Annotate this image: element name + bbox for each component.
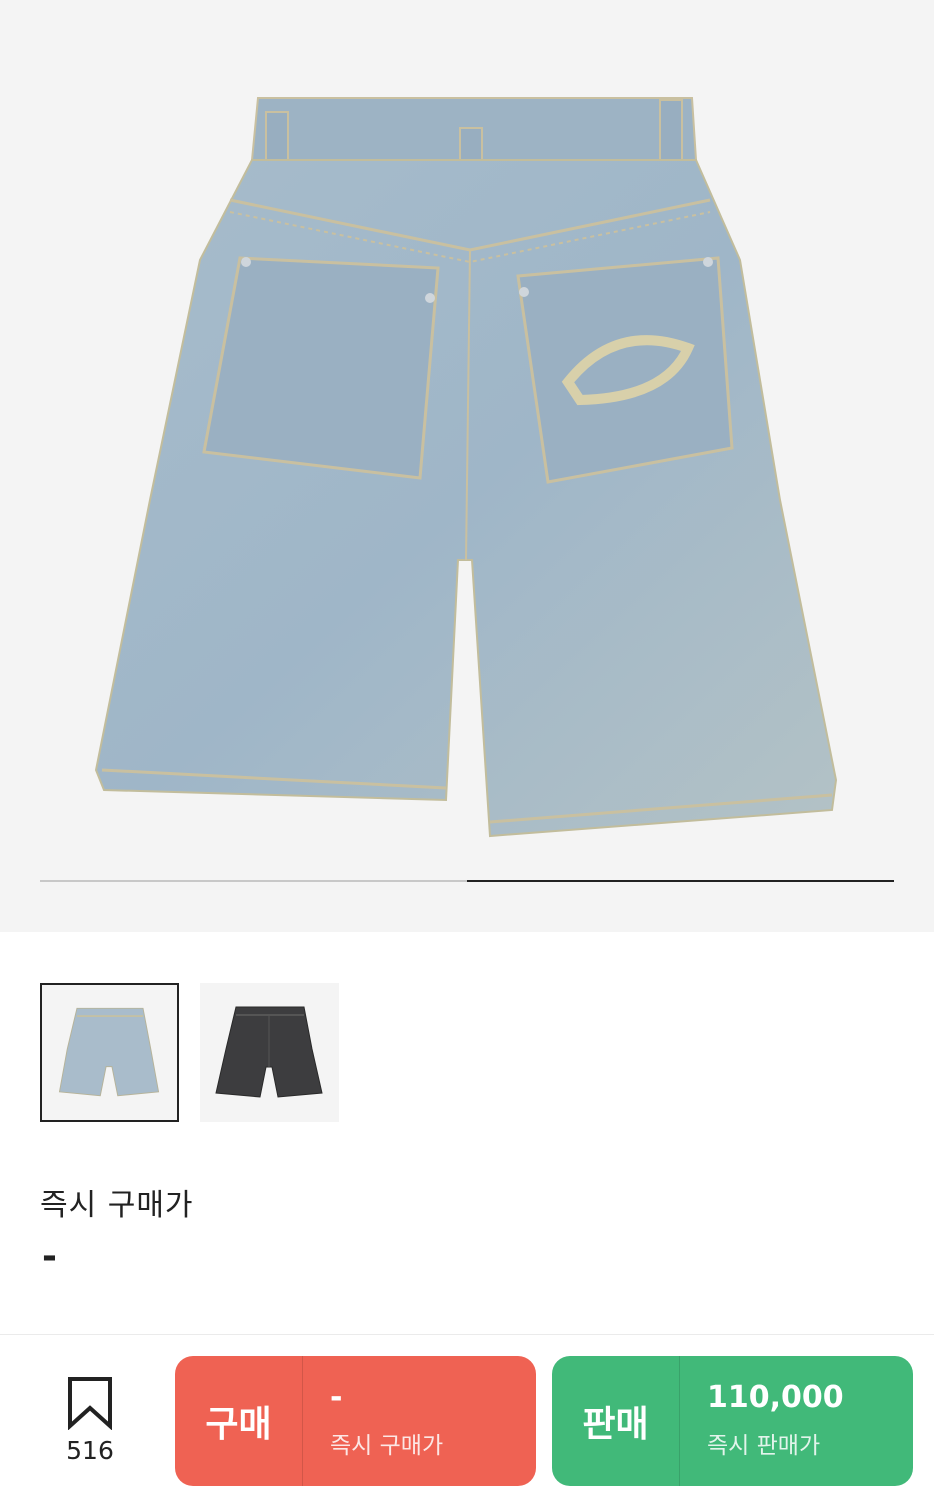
product-image-gallery[interactable] — [0, 0, 934, 932]
thumbnail-black-wash-shorts[interactable] — [200, 983, 339, 1122]
buy-button-sublabel: 즉시 구매가 — [330, 1433, 444, 1459]
sell-button[interactable]: 판매 110,000 즉시 판매가 — [552, 1356, 913, 1486]
sell-button-label: 판매 — [552, 1356, 680, 1486]
gallery-progress-track — [40, 880, 894, 882]
sell-button-sublabel: 즉시 판매가 — [707, 1433, 821, 1459]
instant-buy-price-label: 즉시 구매가 — [40, 1188, 194, 1223]
product-image-denim-shorts-back — [94, 97, 838, 838]
buy-button-amount: - — [330, 1380, 343, 1415]
thumbnail-light-wash-shorts[interactable] — [40, 983, 179, 1122]
gallery-progress-indicator — [467, 880, 894, 882]
bookmark-icon — [68, 1377, 112, 1430]
sell-button-amount: 110,000 — [707, 1380, 844, 1415]
buy-button-label: 구매 — [175, 1356, 303, 1486]
wish-button[interactable]: 516 — [55, 1376, 125, 1466]
buy-button[interactable]: 구매 - 즉시 구매가 — [175, 1356, 536, 1486]
wish-count: 516 — [66, 1436, 114, 1465]
thumbnail-image-light-wash — [58, 1007, 160, 1097]
instant-buy-price-value: - — [42, 1236, 57, 1277]
thumbnail-image-black-wash — [215, 1006, 323, 1098]
